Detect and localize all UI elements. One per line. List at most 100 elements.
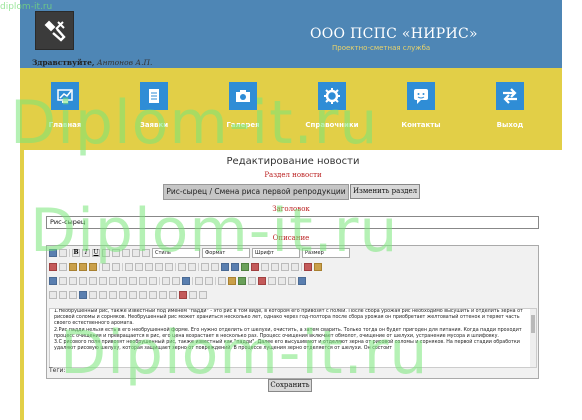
paste-icon[interactable] xyxy=(69,263,77,271)
split-cells-icon[interactable] xyxy=(139,277,147,285)
ltr-icon[interactable] xyxy=(278,277,286,285)
pagebreak-icon[interactable] xyxy=(189,291,197,299)
fullscreen-icon[interactable] xyxy=(268,277,276,285)
template-icon[interactable] xyxy=(179,291,187,299)
attribs-icon[interactable] xyxy=(149,291,157,299)
copy-icon[interactable] xyxy=(59,263,67,271)
delete-col-icon[interactable] xyxy=(129,277,137,285)
align-left-icon[interactable] xyxy=(112,249,120,257)
change-section-button[interactable]: Изменить раздел xyxy=(350,184,420,199)
replace-icon[interactable] xyxy=(112,263,120,271)
paste-text-icon[interactable] xyxy=(79,263,87,271)
highlight-color-icon[interactable] xyxy=(314,263,322,271)
align-center-icon[interactable] xyxy=(122,249,130,257)
bullet-list-icon[interactable] xyxy=(125,263,133,271)
nav-item-exit[interactable]: Выход xyxy=(475,82,545,129)
bold-button[interactable]: B xyxy=(72,249,80,257)
preview-icon[interactable] xyxy=(291,263,299,271)
rtl-icon[interactable] xyxy=(288,277,296,285)
move-backward-icon[interactable] xyxy=(69,291,77,299)
anchor-icon[interactable] xyxy=(221,263,229,271)
toolbar-row-3 xyxy=(49,276,306,286)
insert-col-before-icon[interactable] xyxy=(109,277,117,285)
superscript-icon[interactable] xyxy=(205,277,213,285)
merge-cells-icon[interactable] xyxy=(149,277,157,285)
strikethrough-icon[interactable] xyxy=(102,249,110,257)
nonbreaking-icon[interactable] xyxy=(169,291,177,299)
format-select[interactable]: Формат xyxy=(202,248,250,258)
editor-scrollbar[interactable] xyxy=(530,309,536,367)
cleanup-icon[interactable] xyxy=(241,263,249,271)
underline-button[interactable]: U xyxy=(92,249,100,257)
visual-chars-icon[interactable] xyxy=(159,291,167,299)
redo-icon[interactable] xyxy=(188,263,196,271)
new-doc-icon[interactable] xyxy=(59,249,67,257)
visual-aid-icon[interactable] xyxy=(182,277,190,285)
save-doc-icon[interactable] xyxy=(49,249,57,257)
editor-scroll-thumb[interactable] xyxy=(531,315,535,333)
cut-icon[interactable] xyxy=(49,263,57,271)
absolute-icon[interactable] xyxy=(79,291,87,299)
media-icon[interactable] xyxy=(238,277,246,285)
styles-icon[interactable] xyxy=(89,291,97,299)
special-char-icon[interactable] xyxy=(218,277,226,285)
del-icon[interactable] xyxy=(129,291,137,299)
insert-date-icon[interactable] xyxy=(271,263,279,271)
emoticons-icon[interactable] xyxy=(228,277,236,285)
insert-row-before-icon[interactable] xyxy=(79,277,87,285)
move-forward-icon[interactable] xyxy=(59,291,67,299)
print-icon[interactable] xyxy=(258,277,266,285)
insert-row-after-icon[interactable] xyxy=(89,277,97,285)
nav-item-references[interactable]: Справочники xyxy=(297,82,367,129)
nav-item-contacts[interactable]: Контакты xyxy=(386,82,456,129)
toolbar-separator xyxy=(122,263,123,271)
title-input[interactable]: Рис-сырец xyxy=(46,216,539,229)
find-icon[interactable] xyxy=(102,263,110,271)
blockquote-icon[interactable] xyxy=(165,263,173,271)
insert-time-icon[interactable] xyxy=(281,263,289,271)
text-color-icon[interactable] xyxy=(304,263,312,271)
align-right-icon[interactable] xyxy=(132,249,140,257)
fullscreen-toggle-icon[interactable] xyxy=(298,277,306,285)
italic-button[interactable]: I xyxy=(82,249,90,257)
unlink-icon[interactable] xyxy=(211,263,219,271)
outdent-icon[interactable] xyxy=(145,263,153,271)
numbered-list-icon[interactable] xyxy=(135,263,143,271)
nav-item-home[interactable]: Главная xyxy=(30,82,100,129)
paste-word-icon[interactable] xyxy=(89,263,97,271)
delete-row-icon[interactable] xyxy=(99,277,107,285)
undo-icon[interactable] xyxy=(178,263,186,271)
style-select[interactable]: Стиль xyxy=(152,248,200,258)
nav-item-gallery[interactable]: Галерея xyxy=(208,82,278,129)
indent-icon[interactable] xyxy=(155,263,163,271)
remove-format-icon[interactable] xyxy=(172,277,180,285)
editor-content-area[interactable]: 1.Необрушенный рис, также известный под … xyxy=(49,308,537,368)
table-icon[interactable] xyxy=(49,277,57,285)
greeting-text: Здравствуйте, xyxy=(32,58,95,67)
insert-col-after-icon[interactable] xyxy=(119,277,127,285)
cite-icon[interactable] xyxy=(99,291,107,299)
subscript-icon[interactable] xyxy=(195,277,203,285)
tools-logo-icon[interactable] xyxy=(35,11,74,50)
insert-layer-icon[interactable] xyxy=(49,291,57,299)
restore-draft-icon[interactable] xyxy=(199,291,207,299)
help-icon[interactable] xyxy=(251,263,259,271)
size-select[interactable]: Размер xyxy=(302,248,350,258)
section-value: Рис-сырец / Смена риса первой репродукци… xyxy=(163,184,349,200)
code-icon[interactable] xyxy=(261,263,269,271)
row-props-icon[interactable] xyxy=(59,277,67,285)
ins-icon[interactable] xyxy=(139,291,147,299)
toolbar-separator xyxy=(198,263,199,271)
cell-props-icon[interactable] xyxy=(69,277,77,285)
image-icon[interactable] xyxy=(231,263,239,271)
description-label: Описание xyxy=(272,234,310,242)
advanced-hr-icon[interactable] xyxy=(248,277,256,285)
nav-item-requests[interactable]: Заявки xyxy=(119,82,189,129)
align-justify-icon[interactable] xyxy=(142,249,150,257)
abbr-icon[interactable] xyxy=(109,291,117,299)
horizontal-rule-icon[interactable] xyxy=(162,277,170,285)
link-icon[interactable] xyxy=(201,263,209,271)
acronym-icon[interactable] xyxy=(119,291,127,299)
font-select[interactable]: Шрифт xyxy=(252,248,300,258)
save-button[interactable]: Сохранить xyxy=(268,379,312,392)
